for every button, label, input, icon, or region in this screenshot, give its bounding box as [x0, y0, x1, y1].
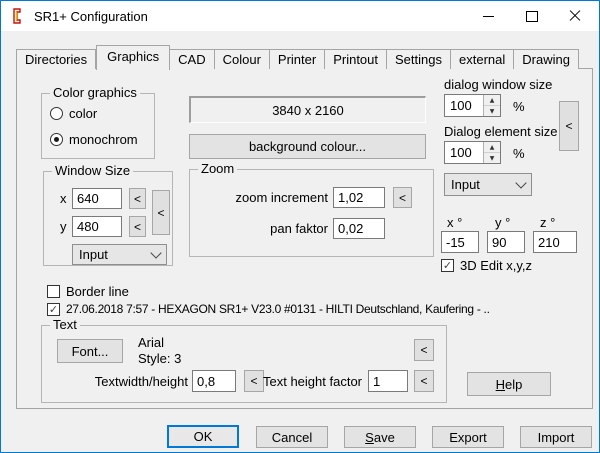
import-button[interactable]: Import	[520, 426, 592, 448]
dialog-window-size-label: dialog window size	[444, 77, 552, 92]
radio-color-icon[interactable]	[50, 107, 63, 120]
save-button[interactable]: Save	[344, 426, 416, 448]
percent-sign: %	[513, 146, 525, 161]
spin-up-icon[interactable]: ▲	[484, 142, 500, 153]
window-size-y-back-button[interactable]: <	[129, 216, 146, 237]
radio-color-label: color	[69, 106, 97, 121]
edit3d-label: 3D Edit x,y,z	[460, 258, 532, 273]
title-bar: SR1+ Configuration	[1, 1, 599, 31]
zoom-increment-label: zoom increment	[198, 187, 328, 208]
chevron-down-icon	[515, 177, 526, 188]
radio-color[interactable]: color	[50, 106, 97, 121]
x-angle-label: x °	[447, 215, 462, 230]
window-title: SR1+ Configuration	[34, 9, 148, 24]
tab-printer[interactable]: Printer	[270, 49, 325, 69]
border-line-label: Border line	[66, 284, 129, 299]
text-height-factor-label: Text height factor	[252, 370, 362, 392]
spin-up-icon[interactable]: ▲	[484, 95, 500, 106]
window-size-y-field[interactable]: 480	[72, 216, 122, 237]
color-graphics-legend: Color graphics	[50, 86, 140, 100]
z-angle-label: z °	[540, 215, 555, 230]
radio-monochrom-label: monochrom	[69, 132, 138, 147]
z-angle-field[interactable]: 210	[533, 231, 577, 253]
right-mode-dropdown[interactable]: Input	[444, 173, 532, 196]
maximize-icon	[526, 11, 538, 22]
text-height-factor-back-button[interactable]: <	[414, 370, 434, 392]
textwidth-label: Textwidth/height	[82, 370, 188, 392]
license-label: 27.06.2018 7:57 - HEXAGON SR1+ V23.0 #01…	[66, 302, 490, 316]
edit3d-checkbox[interactable]: ✓	[441, 259, 454, 272]
font-style: Style: 3	[138, 351, 181, 366]
window-size-y-label: y	[60, 219, 67, 234]
zoom-increment-field[interactable]: 1,02	[333, 187, 385, 208]
tab-settings[interactable]: Settings	[387, 49, 451, 69]
window-size-x-label: x	[60, 191, 67, 206]
textwidth-field[interactable]: 0,8	[192, 370, 236, 392]
right-back-button[interactable]: <	[559, 101, 579, 151]
dialog-window: SR1+ Configuration Directories Graphics …	[0, 0, 600, 453]
resolution-value: 3840 x 2160	[272, 103, 344, 118]
app-icon	[10, 8, 26, 24]
minimize-icon	[483, 16, 494, 17]
tab-directories[interactable]: Directories	[16, 49, 96, 69]
window-size-x-back-button[interactable]: <	[129, 188, 146, 209]
dialog-element-size-spinner[interactable]: 100 ▲ ▼	[444, 141, 501, 164]
maximize-button[interactable]	[510, 1, 553, 31]
export-button[interactable]: Export	[432, 426, 504, 448]
tab-cad[interactable]: CAD	[170, 49, 214, 69]
zoom-legend: Zoom	[198, 162, 237, 176]
y-angle-field[interactable]: 90	[487, 231, 525, 253]
dialog-window-size-spinner[interactable]: 100 ▲ ▼	[444, 94, 501, 117]
tab-printout[interactable]: Printout	[325, 49, 387, 69]
percent-sign: %	[513, 99, 525, 114]
tab-graphics[interactable]: Graphics	[96, 45, 170, 70]
window-size-legend: Window Size	[52, 164, 133, 178]
resolution-display: 3840 x 2160	[189, 96, 426, 123]
text-back-button[interactable]: <	[414, 339, 434, 361]
dialog-element-size-label: Dialog element size	[444, 124, 557, 139]
cancel-button[interactable]: Cancel	[256, 426, 328, 448]
chevron-down-icon	[150, 247, 161, 258]
close-icon	[569, 10, 581, 22]
tab-external[interactable]: external	[451, 49, 514, 69]
radio-monochrom[interactable]: monochrom	[50, 132, 138, 147]
tab-bar: Directories Graphics CAD Colour Printer …	[16, 44, 579, 69]
color-graphics-group: Color graphics color monochrom	[41, 93, 155, 159]
tab-drawing[interactable]: Drawing	[514, 49, 579, 69]
text-height-factor-field[interactable]: 1	[368, 370, 408, 392]
license-checkbox[interactable]: ✓	[47, 303, 60, 316]
y-angle-label: y °	[495, 215, 510, 230]
pan-faktor-label: pan faktor	[198, 218, 328, 239]
tab-colour[interactable]: Colour	[215, 49, 270, 69]
help-button[interactable]: Help	[467, 372, 551, 396]
background-colour-button[interactable]: background colour...	[189, 134, 426, 159]
text-legend: Text	[50, 318, 80, 332]
font-button[interactable]: Font...	[57, 339, 123, 363]
pan-faktor-field[interactable]: 0,02	[333, 218, 385, 239]
zoom-increment-back-button[interactable]: <	[393, 187, 412, 208]
license-checkbox-row[interactable]: ✓ 27.06.2018 7:57 - HEXAGON SR1+ V23.0 #…	[47, 302, 490, 316]
border-line-checkbox[interactable]: ✓	[47, 285, 60, 298]
close-button[interactable]	[553, 1, 596, 31]
window-size-group: Window Size x 640 < y 480 < < Input	[43, 171, 173, 266]
radio-monochrom-icon[interactable]	[50, 133, 63, 146]
font-name: Arial	[138, 335, 164, 350]
spin-down-icon[interactable]: ▼	[484, 153, 500, 163]
minimize-button[interactable]	[467, 1, 510, 31]
window-size-back-button[interactable]: <	[152, 190, 170, 235]
x-angle-field[interactable]: -15	[441, 231, 479, 253]
zoom-group: Zoom zoom increment 1,02 < pan faktor 0,…	[189, 169, 434, 257]
text-group: Text Font... Arial Style: 3 < Textwidth/…	[41, 325, 447, 403]
window-controls	[467, 1, 596, 31]
ok-button[interactable]: OK	[167, 425, 239, 448]
window-size-x-field[interactable]: 640	[72, 188, 122, 209]
border-line-checkbox-row[interactable]: ✓ Border line	[47, 284, 129, 299]
window-size-mode-dropdown[interactable]: Input	[72, 244, 167, 265]
spin-down-icon[interactable]: ▼	[484, 106, 500, 116]
edit3d-checkbox-row[interactable]: ✓ 3D Edit x,y,z	[441, 258, 532, 273]
